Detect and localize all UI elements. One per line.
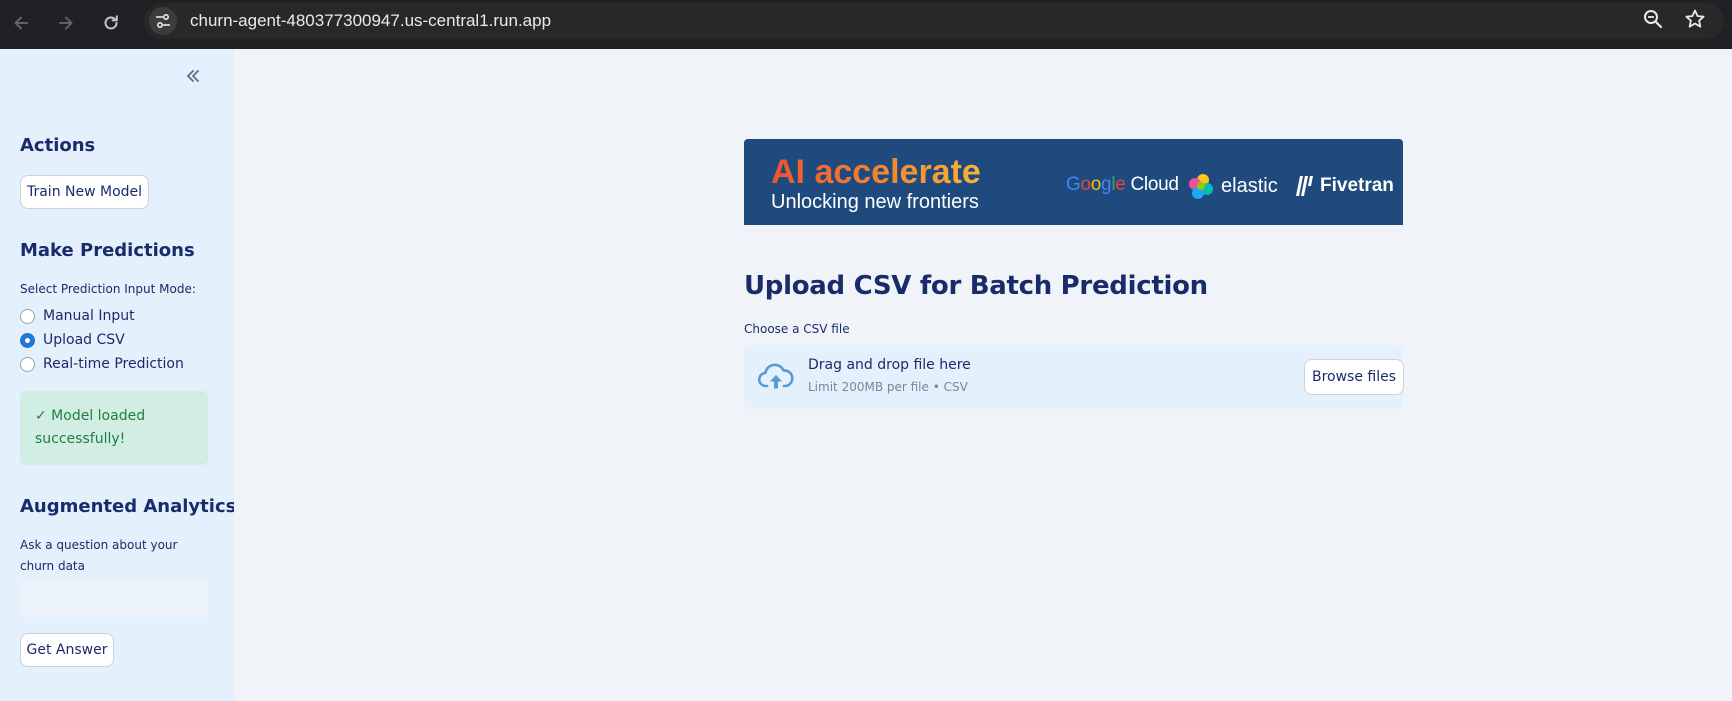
dropzone-title: Drag and drop file here xyxy=(808,357,971,373)
sidebar: Actions Train New Model Make Predictions… xyxy=(0,49,237,701)
fivetran-logo: Fivetran xyxy=(1296,175,1394,197)
predictions-heading: Make Predictions xyxy=(20,240,195,261)
file-dropzone[interactable]: Drag and drop file here Limit 200MB per … xyxy=(744,345,1404,409)
elastic-text: elastic xyxy=(1221,174,1278,197)
google-letter: o xyxy=(1090,174,1102,195)
main-content: AI accelerate Unlocking new frontiers Go… xyxy=(234,49,1732,701)
site-info-icon[interactable] xyxy=(149,7,177,35)
browse-files-button[interactable]: Browse files xyxy=(1304,359,1404,395)
success-message: ✓ Model loaded successfully! xyxy=(35,408,146,447)
fivetran-text: Fivetran xyxy=(1320,175,1394,196)
radio-label: Real-time Prediction xyxy=(43,356,184,372)
cloud-upload-icon xyxy=(757,362,794,397)
radio-manual-input[interactable]: Manual Input xyxy=(20,306,135,326)
elastic-icon xyxy=(1189,174,1213,199)
url-text: churn-agent-480377300947.us-central1.run… xyxy=(190,11,552,30)
radio-button[interactable] xyxy=(20,308,35,324)
fivetran-icon xyxy=(1296,176,1313,196)
question-label: Ask a question about your churn data xyxy=(20,538,178,573)
page-title: Upload CSV for Batch Prediction xyxy=(744,271,1208,301)
google-cloud-word: Cloud xyxy=(1125,174,1179,195)
radio-label: Manual Input xyxy=(43,308,135,324)
elastic-logo: elastic xyxy=(1187,172,1278,200)
address-bar[interactable]: churn-agent-480377300947.us-central1.run… xyxy=(144,3,1724,39)
google-cloud-logo: Google Cloud xyxy=(1066,174,1179,196)
analytics-heading: Augmented Analytics xyxy=(20,496,237,517)
google-letter: e xyxy=(1115,174,1126,195)
double-chevron-left-icon[interactable] xyxy=(182,65,204,87)
dropzone-subtitle: Limit 200MB per file • CSV xyxy=(808,380,968,394)
reload-icon[interactable] xyxy=(96,8,126,38)
banner-subtitle: Unlocking new frontiers xyxy=(771,191,979,213)
google-letter: g xyxy=(1101,174,1112,195)
banner-title: AI accelerate xyxy=(771,153,981,191)
mode-label: Select Prediction Input Mode: xyxy=(20,282,196,296)
forward-icon[interactable] xyxy=(51,8,81,38)
google-letter: G xyxy=(1066,174,1081,195)
radio-upload-csv[interactable]: Upload CSV xyxy=(20,330,125,350)
star-icon[interactable] xyxy=(1682,6,1708,32)
train-model-button[interactable]: Train New Model xyxy=(20,175,149,209)
success-alert: ✓ Model loaded successfully! xyxy=(20,391,208,465)
radio-label: Upload CSV xyxy=(43,332,125,348)
actions-heading: Actions xyxy=(20,135,96,156)
question-input[interactable] xyxy=(20,579,208,617)
browser-toolbar: churn-agent-480377300947.us-central1.run… xyxy=(0,0,1732,49)
file-uploader-label: Choose a CSV file xyxy=(744,322,850,336)
zoom-icon[interactable] xyxy=(1640,6,1666,32)
radio-button[interactable] xyxy=(20,356,35,372)
back-icon[interactable] xyxy=(6,8,36,38)
get-answer-button[interactable]: Get Answer xyxy=(20,633,114,667)
radio-realtime-prediction[interactable]: Real-time Prediction xyxy=(20,354,184,374)
ai-accelerate-banner: AI accelerate Unlocking new frontiers Go… xyxy=(744,139,1403,225)
google-letter: o xyxy=(1080,174,1091,195)
radio-button[interactable] xyxy=(20,332,35,348)
